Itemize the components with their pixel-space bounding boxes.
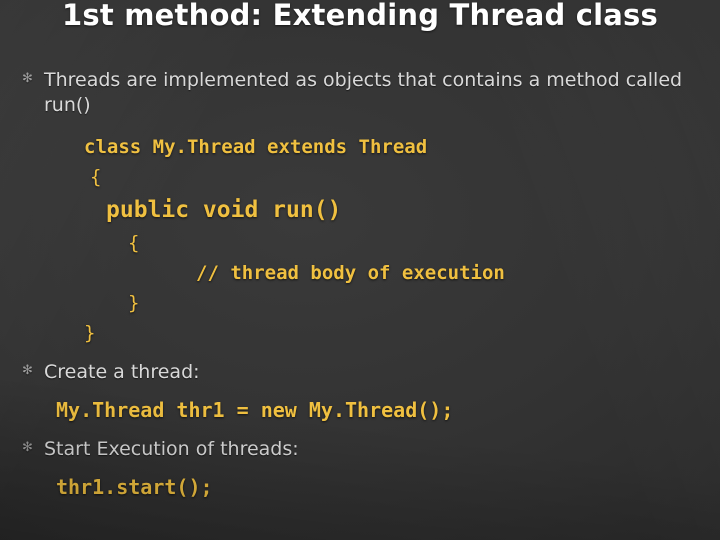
bullet-marker-icon: ✻ [22, 440, 33, 455]
code-line-comment: // thread body of execution [196, 262, 505, 284]
code-line-open-brace-outer: { [90, 166, 102, 188]
slide-body: ✻ Threads are implemented as objects tha… [0, 68, 720, 502]
bullet-text: Create a thread: [44, 361, 200, 383]
code-line-run-method: public void run() [106, 197, 342, 223]
code-create-thread-statement: My.Thread thr1 = new My.Thread(); [56, 398, 454, 422]
code-start-thread-statement: thr1.start(); [56, 475, 213, 499]
bullet-marker-icon: ✻ [22, 363, 33, 378]
bullet-item-threads-implemented: ✻ Threads are implemented as objects tha… [0, 68, 720, 118]
slide-title: 1st method: Extending Thread class [62, 0, 658, 32]
bullet-item-start-execution: ✻ Start Execution of threads: [0, 437, 720, 462]
slide: 1st method: Extending Thread class ✻ Thr… [0, 0, 720, 540]
bullet-marker-icon: ✻ [22, 71, 33, 86]
code-line-close-brace-inner: } [128, 292, 140, 314]
code-line-close-brace-outer: } [84, 322, 96, 344]
code-line-open-brace-inner: { [128, 232, 140, 254]
bullet-text: Threads are implemented as objects that … [44, 69, 683, 116]
code-line-class-declaration: class My.Thread extends Thread [84, 136, 428, 158]
bullet-item-create-thread: ✻ Create a thread: [0, 360, 720, 385]
bullet-text: Start Execution of threads: [44, 438, 299, 460]
